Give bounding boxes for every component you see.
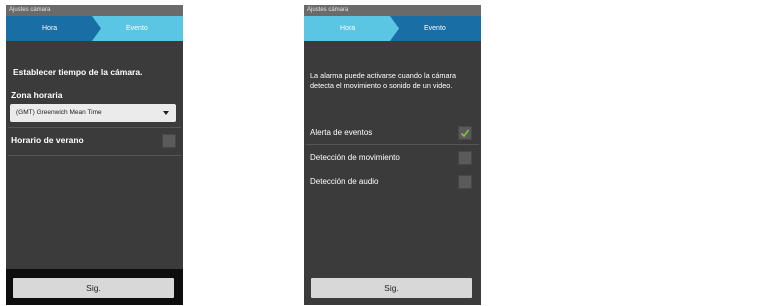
tab-evento[interactable]: Evento bbox=[126, 16, 148, 41]
option-event-alert[interactable]: Alerta de eventos bbox=[304, 123, 481, 143]
status-bar-title: Ajustes cámara bbox=[6, 5, 183, 16]
section-title: Establecer tiempo de la cámara. bbox=[13, 67, 143, 77]
timezone-value: (GMT) Greenwich Mean Time bbox=[16, 109, 102, 116]
option-motion-detection[interactable]: Detección de movimiento bbox=[304, 148, 481, 168]
next-button[interactable]: Sig. bbox=[311, 278, 472, 298]
dst-checkbox[interactable] bbox=[162, 134, 176, 148]
next-button[interactable]: Sig. bbox=[13, 278, 174, 298]
tab-bar-background bbox=[304, 16, 481, 41]
tab-hora[interactable]: Hora bbox=[42, 16, 57, 41]
status-bar-title: Ajustes cámara bbox=[304, 5, 481, 16]
divider bbox=[306, 144, 479, 145]
tab-hora[interactable]: Hora bbox=[340, 16, 355, 41]
phone-screen-time: Ajustes cámara Hora Evento Establecer ti… bbox=[6, 5, 183, 305]
audio-detection-checkbox[interactable] bbox=[458, 175, 472, 189]
option-label: Detección de audio bbox=[310, 177, 379, 186]
tab-bar: Hora Evento bbox=[6, 16, 183, 41]
divider bbox=[8, 155, 181, 156]
event-description: La alarma puede activarse cuando la cáma… bbox=[310, 71, 457, 90]
phone-screen-event: Ajustes cámara Hora Evento La alarma pue… bbox=[304, 5, 481, 305]
option-label: Detección de movimiento bbox=[310, 153, 400, 162]
timezone-dropdown[interactable]: (GMT) Greenwich Mean Time bbox=[10, 104, 176, 122]
dst-row[interactable]: Horario de verano bbox=[6, 131, 183, 151]
tab-bar-background bbox=[6, 16, 183, 41]
check-icon bbox=[460, 129, 470, 138]
option-label: Alerta de eventos bbox=[310, 128, 373, 137]
caret-down-icon bbox=[163, 111, 169, 115]
motion-detection-checkbox[interactable] bbox=[458, 151, 472, 165]
bottom-bar: Sig. bbox=[6, 269, 183, 305]
divider bbox=[8, 127, 181, 128]
tab-evento[interactable]: Evento bbox=[424, 16, 446, 41]
timezone-label: Zona horaria bbox=[11, 90, 63, 100]
dst-label: Horario de verano bbox=[11, 135, 84, 145]
option-audio-detection[interactable]: Detección de audio bbox=[304, 172, 481, 192]
tab-bar: Hora Evento bbox=[304, 16, 481, 41]
event-alert-checkbox[interactable] bbox=[458, 126, 472, 140]
